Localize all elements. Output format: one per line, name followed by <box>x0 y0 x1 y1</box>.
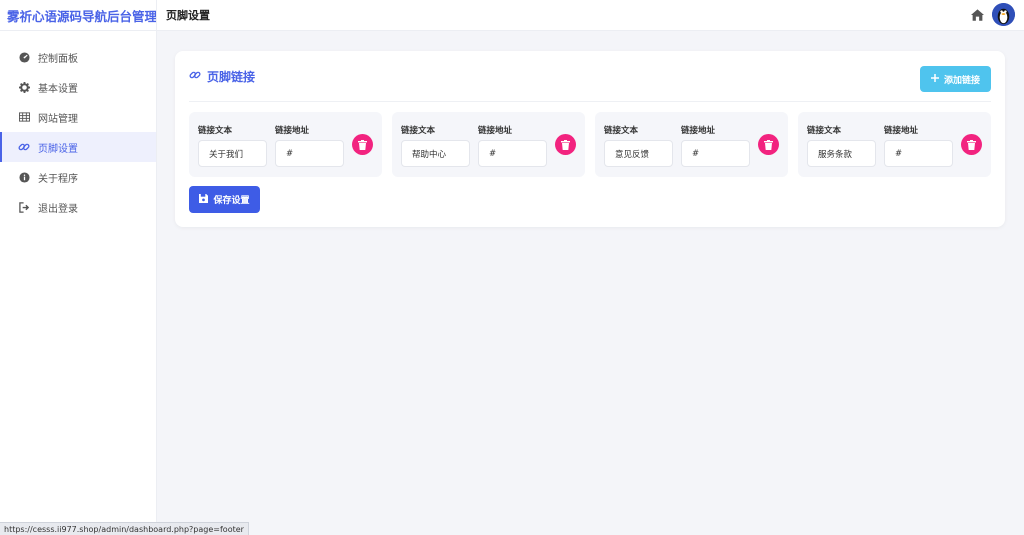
brand-title[interactable]: 雾祈心语源码导航后台管理 <box>0 0 157 31</box>
delete-link-button[interactable] <box>555 134 576 155</box>
add-link-label: 添加链接 <box>943 75 980 86</box>
sidebar-item-footer-settings[interactable]: 页脚设置 <box>0 132 156 162</box>
sidebar-item-label: 关于程序 <box>38 173 78 185</box>
link-url-input[interactable]: # <box>681 140 750 167</box>
delete-link-button[interactable] <box>758 134 779 155</box>
link-item: 链接文本 链接地址 帮助中心 # <box>392 112 585 177</box>
link-text-input[interactable]: 服务条款 <box>807 140 876 167</box>
page-title: 页脚设置 <box>166 9 210 22</box>
link-text-label: 链接文本 <box>604 126 639 136</box>
link-url-input[interactable]: # <box>884 140 953 167</box>
sidebar-item-label: 控制面板 <box>38 53 78 65</box>
header-actions <box>970 3 1015 26</box>
link-text-input[interactable]: 帮助中心 <box>401 140 470 167</box>
top-bar: 雾祈心语源码导航后台管理 页脚设置 <box>0 0 1024 31</box>
sidebar-item-site-management[interactable]: 网站管理 <box>0 102 156 132</box>
save-settings-label: 保存设置 <box>213 196 250 206</box>
links-list: 链接文本 链接地址 关于我们 # 链接文本 链接地址 帮助中心 # 链接文本 链… <box>189 112 991 177</box>
link-icon <box>18 141 30 153</box>
logout-icon <box>18 201 30 213</box>
link-url-input[interactable]: # <box>275 140 344 167</box>
link-url-label: 链接地址 <box>884 126 919 136</box>
link-item: 链接文本 链接地址 关于我们 # <box>189 112 382 177</box>
link-text-input[interactable]: 意见反馈 <box>604 140 673 167</box>
link-text-input[interactable]: 关于我们 <box>198 140 267 167</box>
trash-icon <box>561 139 570 150</box>
sidebar-item-dashboard[interactable]: 控制面板 <box>0 42 156 72</box>
trash-icon <box>358 139 367 150</box>
trash-icon <box>764 139 773 150</box>
sidebar: 控制面板 基本设置 网站管理 页脚设置 关于程序 退出登录 <box>0 31 157 535</box>
dashboard-icon <box>18 51 30 63</box>
card-title: 页脚链接 <box>189 68 255 85</box>
link-item: 链接文本 链接地址 意见反馈 # <box>595 112 788 177</box>
link-text-label: 链接文本 <box>401 126 436 136</box>
status-bar-url: https://cesss.ii977.shop/admin/dashboard… <box>0 522 249 535</box>
link-text-label: 链接文本 <box>807 126 842 136</box>
card-title-text: 页脚链接 <box>207 69 256 84</box>
save-settings-button[interactable]: 保存设置 <box>189 186 260 213</box>
delete-link-button[interactable] <box>961 134 982 155</box>
link-icon <box>189 69 201 84</box>
link-url-label: 链接地址 <box>478 126 513 136</box>
sidebar-item-label: 网站管理 <box>38 113 78 125</box>
card-header: 页脚链接 添加链接 <box>189 51 991 102</box>
trash-icon <box>967 139 976 150</box>
sidebar-item-about[interactable]: 关于程序 <box>0 162 156 192</box>
sidebar-item-label: 页脚设置 <box>38 143 78 155</box>
sidebar-item-logout[interactable]: 退出登录 <box>0 192 156 222</box>
table-icon <box>18 111 30 123</box>
delete-link-button[interactable] <box>352 134 373 155</box>
main-content: 页脚链接 添加链接 链接文本 链接地址 关于我们 # 链接文本 链接地址 帮助中… <box>157 31 1024 535</box>
floppy-disk-icon <box>199 193 209 206</box>
avatar[interactable] <box>992 3 1015 26</box>
sidebar-item-label: 退出登录 <box>38 203 78 215</box>
plus-icon <box>930 73 939 85</box>
link-url-label: 链接地址 <box>275 126 310 136</box>
sidebar-item-basic-settings[interactable]: 基本设置 <box>0 72 156 102</box>
add-link-button[interactable]: 添加链接 <box>920 66 991 92</box>
link-url-input[interactable]: # <box>478 140 547 167</box>
footer-links-card: 页脚链接 添加链接 链接文本 链接地址 关于我们 # 链接文本 链接地址 帮助中… <box>175 51 1005 227</box>
link-text-label: 链接文本 <box>198 126 233 136</box>
sidebar-item-label: 基本设置 <box>38 83 78 95</box>
link-url-label: 链接地址 <box>681 126 716 136</box>
home-icon[interactable] <box>970 8 984 22</box>
info-icon <box>18 171 30 183</box>
gear-icon <box>18 81 30 93</box>
link-item: 链接文本 链接地址 服务条款 # <box>798 112 991 177</box>
